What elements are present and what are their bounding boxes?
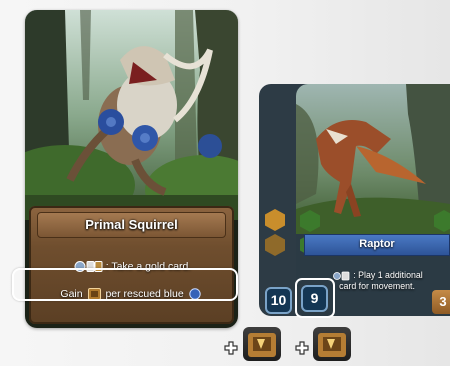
stat-badge-right: 9	[301, 285, 328, 312]
hex-dark	[265, 234, 285, 256]
card-title: Primal Squirrel	[85, 217, 178, 232]
squirrel-illustration	[25, 10, 238, 220]
card-title: Raptor	[359, 238, 395, 250]
cost-badge: 3	[432, 290, 450, 314]
squirrel-card-panel: Primal Squirrel : Take a gold card. Gain…	[29, 206, 234, 324]
plus-icon	[295, 341, 309, 355]
ability-line2: card for movement.	[339, 281, 415, 291]
stat-badge-left: 10	[265, 287, 292, 314]
bonus-highlight	[12, 268, 238, 301]
raptor-title-bar: Raptor	[304, 234, 450, 256]
squirrel-title-bar: Primal Squirrel	[37, 212, 226, 238]
reward-token-icon	[248, 333, 276, 357]
raptor-illustration	[296, 84, 450, 234]
hex-gold	[265, 209, 285, 231]
action-icons	[333, 271, 350, 281]
reward-token-right[interactable]	[313, 327, 351, 361]
plus-icon	[224, 341, 238, 355]
ability-line1: : Play 1 additional	[353, 270, 423, 280]
reward-token-left[interactable]	[243, 327, 281, 361]
reward-token-icon	[318, 333, 346, 357]
